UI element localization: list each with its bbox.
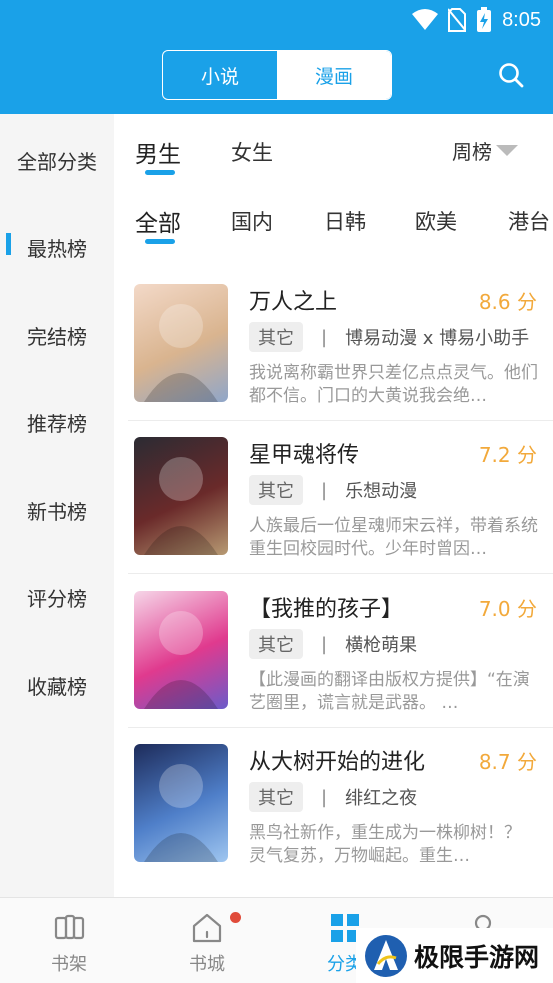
region-euus[interactable]: 欧美: [415, 206, 457, 236]
sidebar-item-rating[interactable]: 评分榜: [0, 583, 114, 612]
tab-novel[interactable]: 小说: [163, 51, 277, 99]
book-tag: 其它: [249, 629, 303, 659]
book-title[interactable]: 【我推的孩子】: [249, 591, 403, 623]
book-score: 8.6 分: [478, 290, 537, 314]
book-card[interactable]: 万人之上 8.6 分其它 | 博易动漫 x 博易小助手我说离称霸世界只差亿点点灵气。他…: [134, 284, 553, 434]
sidebar-item-finished[interactable]: 完结榜: [0, 321, 114, 350]
gender-tab-underline: [145, 170, 175, 175]
sidebar-item-recommend[interactable]: 推荐榜: [0, 408, 114, 437]
list-divider: [128, 573, 553, 574]
watermark-logo-icon: [365, 934, 407, 977]
book-score: 7.0 分: [478, 597, 537, 621]
book-author: 绯红之夜: [345, 788, 418, 809]
tab-female[interactable]: 女生: [231, 137, 273, 167]
no-sim-icon: [448, 8, 467, 32]
book-title[interactable]: 从大树开始的进化: [249, 744, 425, 776]
book-score: 8.7 分: [478, 750, 537, 774]
region-tab-underline: [145, 239, 175, 244]
list-divider: [128, 420, 553, 421]
book-score: 7.2 分: [478, 443, 537, 467]
sidebar-item-hot[interactable]: 最热榜: [0, 233, 114, 262]
book-card[interactable]: 【我推的孩子】 7.0 分其它 | 横枪萌果【此漫画的翻译由版权方提供】“在演艺圈里，…: [134, 591, 553, 741]
sidebar-item-favorites[interactable]: 收藏榜: [0, 671, 114, 700]
status-time: 8:05: [502, 8, 541, 31]
region-jpkr[interactable]: 日韩: [324, 206, 366, 236]
bookshelf-icon: [54, 914, 85, 940]
meta-separator: |: [321, 633, 328, 655]
book-meta: 其它 | 乐想动漫: [249, 475, 417, 505]
book-description: 我说离称霸世界只差亿点点灵气。他们都不信。门口的大黄说我会绝…: [249, 363, 538, 406]
book-card[interactable]: 从大树开始的进化 8.7 分其它 | 绯红之夜黑鸟社新作，重生成为一株柳树！？ 灵气复…: [134, 744, 553, 894]
nav-bookshelf-label: 书架: [51, 954, 87, 975]
book-author: 乐想动漫: [345, 481, 418, 502]
caret-down-icon: [496, 145, 518, 156]
tab-male[interactable]: 男生: [135, 135, 181, 169]
book-author: 博易动漫 x 博易小助手: [345, 328, 530, 349]
notification-badge: [230, 912, 241, 923]
book-title[interactable]: 万人之上: [249, 284, 337, 316]
book-cover[interactable]: [134, 744, 228, 862]
watermark: 极限手游网: [356, 928, 553, 983]
book-tag: 其它: [249, 782, 303, 812]
nav-bookstore[interactable]: 书城: [138, 898, 276, 983]
region-hktw[interactable]: 港台: [508, 206, 550, 236]
book-tag: 其它: [249, 322, 303, 352]
book-meta: 其它 | 博易动漫 x 博易小助手: [249, 322, 529, 352]
battery-charging-icon: [477, 7, 492, 32]
book-title[interactable]: 星甲魂将传: [249, 437, 359, 469]
book-description: 【此漫画的翻译由版权方提供】“在演艺圈里，谎言就是武器。 …: [249, 670, 530, 713]
book-meta: 其它 | 绯红之夜: [249, 782, 417, 812]
book-tag: 其它: [249, 475, 303, 505]
tab-comic[interactable]: 漫画: [277, 51, 391, 99]
home-icon: [192, 913, 222, 943]
list-divider: [128, 727, 553, 728]
period-dropdown[interactable]: 周榜: [452, 136, 518, 165]
sidebar-item-all[interactable]: 全部分类: [0, 146, 114, 175]
book-card[interactable]: 星甲魂将传 7.2 分其它 | 乐想动漫人族最后一位星魂师宋云祥，带着系统重生回校园时…: [134, 437, 553, 587]
sidebar-item-new[interactable]: 新书榜: [0, 496, 114, 525]
meta-separator: |: [321, 479, 328, 501]
book-author: 横枪萌果: [345, 635, 418, 656]
nav-bookshelf[interactable]: 书架: [0, 898, 138, 983]
region-domestic[interactable]: 国内: [231, 206, 273, 236]
book-description: 人族最后一位星魂师宋云祥，带着系统重生回校园时代。少年时曾因…: [249, 516, 538, 559]
book-cover[interactable]: [134, 284, 228, 402]
meta-separator: |: [321, 326, 328, 348]
meta-separator: |: [321, 786, 328, 808]
book-cover[interactable]: [134, 437, 228, 555]
wifi-icon: [412, 9, 439, 30]
status-bar: 8:05: [412, 6, 541, 34]
search-icon[interactable]: [498, 62, 524, 88]
book-meta: 其它 | 横枪萌果: [249, 629, 417, 659]
nav-bookstore-label: 书城: [189, 954, 225, 975]
content-type-switch: 小说 漫画: [162, 50, 392, 100]
period-label: 周榜: [452, 140, 492, 164]
book-cover[interactable]: [134, 591, 228, 709]
book-description: 黑鸟社新作，重生成为一株柳树！？ 灵气复苏，万物崛起。重生…: [249, 823, 521, 866]
watermark-text: 极限手游网: [414, 942, 540, 972]
region-all[interactable]: 全部: [135, 204, 181, 238]
app-header: 8:05 小说 漫画: [0, 0, 553, 114]
